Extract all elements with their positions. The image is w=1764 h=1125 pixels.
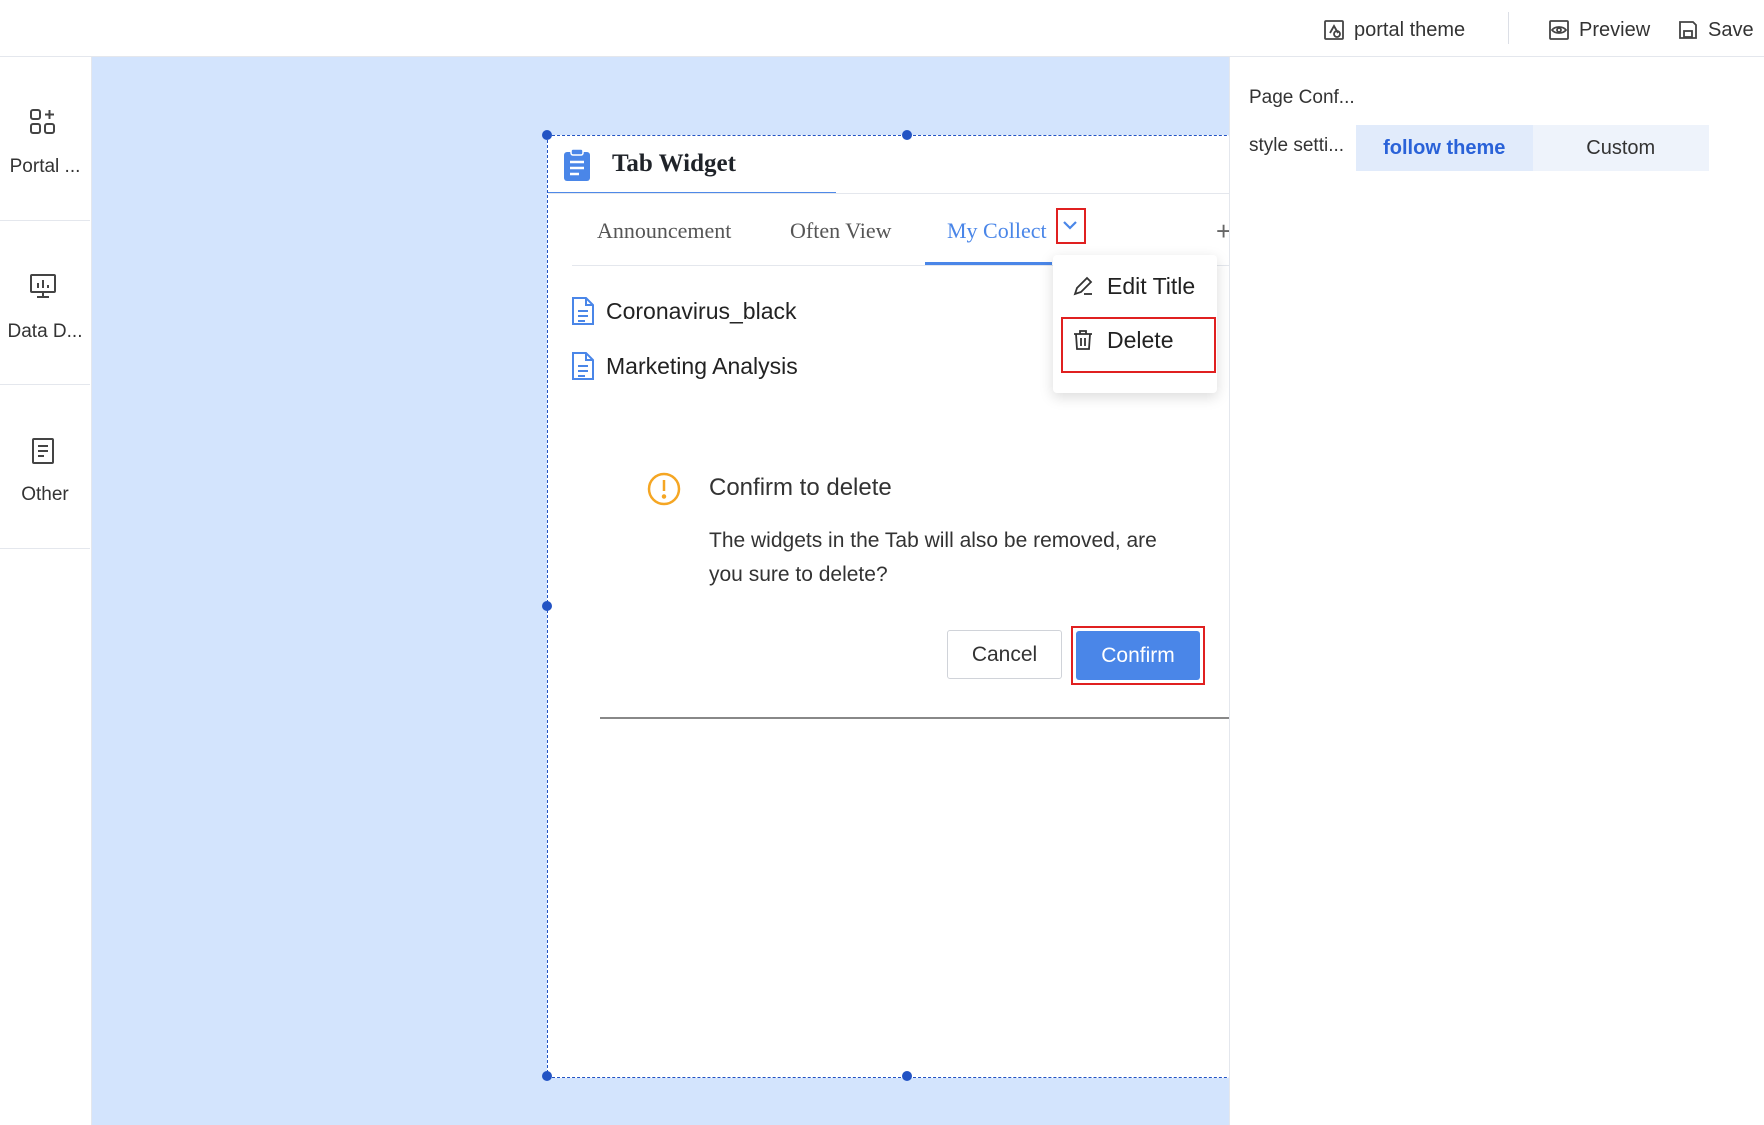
list-item[interactable]: Coronavirus_black xyxy=(570,295,796,327)
sidebar-item-label: Data D... xyxy=(7,321,83,342)
dialog-divider xyxy=(600,717,1245,719)
follow-theme-option[interactable]: follow theme xyxy=(1356,125,1533,171)
sidebar-item-label: Portal ... xyxy=(9,156,81,177)
list-item[interactable]: Marketing Analysis xyxy=(570,350,798,382)
file-name: Coronavirus_black xyxy=(606,297,797,324)
sidebar-item-portal[interactable]: Portal ... xyxy=(0,57,90,221)
eye-icon xyxy=(1549,20,1569,40)
right-config-panel: Page Conf... style setti... follow theme… xyxy=(1229,57,1764,1125)
theme-icon xyxy=(1324,20,1344,40)
tab-dropdown-menu: Edit Title Delete xyxy=(1053,255,1217,393)
sidebar-item-label: Other xyxy=(21,484,69,505)
tab-widget[interactable]: Tab Widget Announcement Often View My Co… xyxy=(542,130,1271,1081)
design-canvas: Tab Widget Announcement Often View My Co… xyxy=(92,57,1271,1125)
active-tab-indicator xyxy=(925,262,1052,265)
file-name: Marketing Analysis xyxy=(606,352,798,379)
tab-menu-toggle[interactable] xyxy=(1056,208,1086,244)
portal-theme-button[interactable]: portal theme xyxy=(1322,16,1465,44)
widget-title-bar: Tab Widget xyxy=(548,136,836,194)
chevron-down-icon xyxy=(1063,221,1077,230)
clipboard-icon xyxy=(564,148,590,181)
dialog-message: The widgets in the Tab will also be remo… xyxy=(709,529,1157,586)
sidebar-item-data[interactable]: Data D... xyxy=(0,221,90,385)
edit-title-label: Edit Title xyxy=(1107,272,1196,299)
preview-button[interactable]: Preview xyxy=(1547,16,1650,44)
save-label: Save xyxy=(1708,18,1754,41)
document-icon xyxy=(32,438,54,464)
resize-handle[interactable] xyxy=(902,1071,912,1081)
confirm-highlight: Confirm xyxy=(1071,626,1205,685)
tab-announcement[interactable]: Announcement xyxy=(597,218,731,244)
tab-often-view[interactable]: Often View xyxy=(790,218,892,244)
file-icon xyxy=(572,297,594,325)
cancel-button[interactable]: Cancel xyxy=(947,630,1062,679)
chart-icon xyxy=(30,274,56,298)
toolbar-divider xyxy=(1508,12,1509,44)
widget-title: Tab Widget xyxy=(612,150,736,177)
resize-handle[interactable] xyxy=(542,601,552,611)
file-icon xyxy=(572,352,594,380)
style-segmented-control: follow theme Custom xyxy=(1356,125,1709,171)
widgets-icon xyxy=(30,109,55,134)
confirm-button[interactable]: Confirm xyxy=(1076,631,1200,680)
sidebar-item-other[interactable]: Other xyxy=(0,385,90,549)
edit-title-menu-item[interactable]: Edit Title xyxy=(1071,271,1195,301)
page-config-label: Page Conf... xyxy=(1249,87,1355,108)
delete-highlight xyxy=(1061,317,1216,373)
dialog-title: Confirm to delete xyxy=(709,474,892,501)
style-setting-label: style setti... xyxy=(1249,135,1345,156)
custom-option[interactable]: Custom xyxy=(1533,125,1710,171)
resize-handle[interactable] xyxy=(902,130,912,140)
portal-theme-label: portal theme xyxy=(1354,18,1466,41)
save-button[interactable]: Save xyxy=(1676,16,1754,44)
top-toolbar: portal theme Preview Save xyxy=(0,0,1764,57)
save-icon xyxy=(1679,21,1697,39)
divider xyxy=(548,193,1266,194)
edit-icon xyxy=(1073,276,1093,296)
tab-my-collect[interactable]: My Collect xyxy=(947,218,1047,244)
preview-label: Preview xyxy=(1579,18,1651,41)
warning-icon xyxy=(647,472,681,506)
left-sidebar: Portal ... Data D... Other xyxy=(0,57,92,1125)
resize-handle[interactable] xyxy=(542,1071,552,1081)
